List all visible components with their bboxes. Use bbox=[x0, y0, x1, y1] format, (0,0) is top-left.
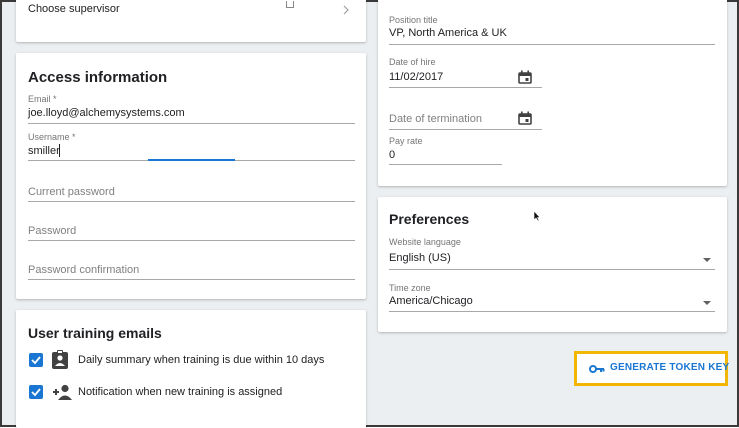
generate-token-key-button[interactable]: GENERATE TOKEN KEY bbox=[580, 357, 729, 380]
current-password-underline bbox=[28, 201, 355, 202]
supervisor-card: Choose supervisor bbox=[16, 0, 366, 42]
email-field[interactable]: joe.lloyd@alchemysystems.com bbox=[28, 107, 185, 119]
access-information-card: Access information Email * joe.lloyd@alc… bbox=[16, 53, 366, 299]
token-button-highlight: GENERATE TOKEN KEY bbox=[574, 351, 729, 386]
pay-rate-label: Pay rate bbox=[389, 136, 423, 146]
user-training-emails-card: User training emails Daily summary when … bbox=[16, 310, 366, 428]
key-icon bbox=[589, 365, 605, 373]
preferences-title: Preferences bbox=[389, 211, 470, 227]
checkmark-icon bbox=[31, 356, 41, 365]
calendar-icon[interactable] bbox=[518, 111, 532, 125]
daily-summary-label: Daily summary when training is due withi… bbox=[78, 354, 325, 366]
pay-rate-underline bbox=[389, 164, 502, 165]
password-confirmation-field[interactable]: Password confirmation bbox=[28, 264, 139, 276]
date-of-termination-field[interactable]: Date of termination bbox=[389, 113, 482, 125]
supervisor-checkbox-icon[interactable] bbox=[286, 1, 294, 8]
date-of-hire-label: Date of hire bbox=[389, 57, 436, 67]
date-of-hire-underline bbox=[389, 87, 542, 88]
position-title-label: Position title bbox=[389, 15, 438, 25]
calendar-icon[interactable] bbox=[518, 70, 532, 84]
position-title-underline bbox=[389, 44, 715, 45]
username-label: Username * bbox=[28, 132, 76, 142]
daily-summary-checkbox[interactable] bbox=[29, 353, 43, 367]
time-zone-label: Time zone bbox=[389, 283, 431, 293]
password-confirmation-underline bbox=[28, 279, 355, 280]
app-frame: Choose supervisor Access information Ema… bbox=[0, 0, 739, 428]
time-zone-select[interactable]: America/Chicago bbox=[389, 295, 473, 307]
date-of-termination-underline bbox=[389, 129, 542, 130]
text-caret bbox=[59, 144, 60, 157]
preferences-card: Preferences Website language English (US… bbox=[378, 197, 727, 332]
username-focus-underline bbox=[148, 159, 235, 161]
current-password-field[interactable]: Current password bbox=[28, 186, 115, 198]
mouse-cursor-icon bbox=[533, 210, 541, 222]
email-label: Email * bbox=[28, 94, 57, 104]
supervisor-select[interactable]: Choose supervisor bbox=[28, 3, 120, 15]
website-language-select[interactable]: English (US) bbox=[389, 252, 451, 264]
password-underline bbox=[28, 240, 355, 241]
new-training-checkbox[interactable] bbox=[29, 385, 43, 399]
password-field[interactable]: Password bbox=[28, 225, 76, 237]
new-training-label: Notification when new training is assign… bbox=[78, 386, 283, 398]
time-zone-underline bbox=[389, 311, 715, 312]
assignment-ind-icon bbox=[52, 350, 68, 369]
dropdown-arrow-icon[interactable] bbox=[703, 301, 711, 305]
user-training-emails-title: User training emails bbox=[28, 325, 162, 341]
job-details-card: Position title VP, North America & UK Da… bbox=[378, 0, 727, 186]
website-language-underline bbox=[389, 269, 715, 270]
date-of-hire-field[interactable]: 11/02/2017 bbox=[389, 71, 443, 83]
generate-token-key-label: GENERATE TOKEN KEY bbox=[610, 362, 730, 373]
email-underline bbox=[28, 123, 355, 124]
website-language-label: Website language bbox=[389, 237, 461, 247]
access-information-title: Access information bbox=[28, 69, 168, 86]
person-add-icon bbox=[53, 384, 72, 400]
checkmark-icon bbox=[31, 388, 41, 397]
pay-rate-field[interactable]: 0 bbox=[389, 149, 395, 161]
username-field[interactable]: smiller bbox=[28, 145, 60, 157]
dropdown-arrow-icon[interactable] bbox=[703, 258, 711, 262]
position-title-field[interactable]: VP, North America & UK bbox=[389, 27, 507, 39]
chevron-right-icon[interactable] bbox=[342, 5, 350, 15]
